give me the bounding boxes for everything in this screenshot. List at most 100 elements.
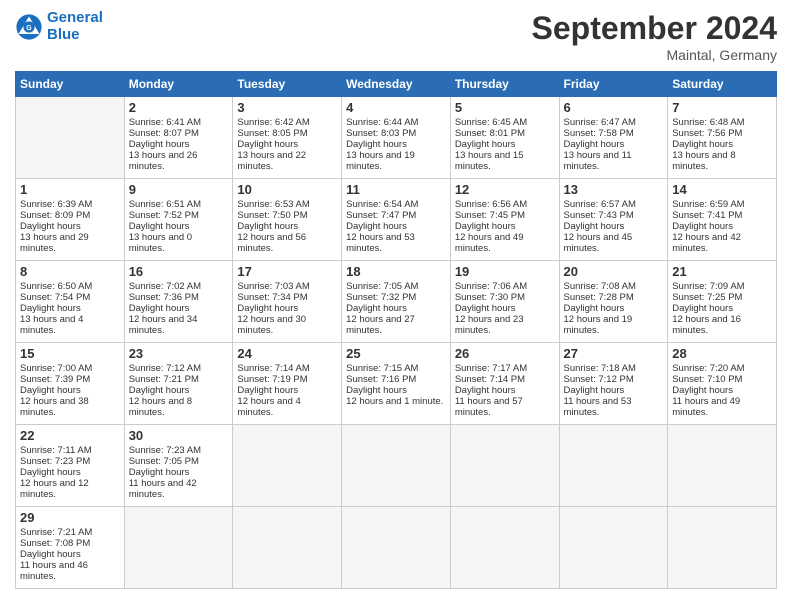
- day-number: 29: [20, 510, 120, 525]
- day-number: 22: [20, 428, 120, 443]
- header: G General Blue September 2024 Maintal, G…: [15, 10, 777, 63]
- col-monday: Monday: [124, 72, 233, 97]
- daylight-duration: 12 hours and 4 minutes.: [237, 396, 300, 418]
- sunset-text: Sunset: 7:45 PM: [455, 210, 525, 221]
- sunset-text: Sunset: 7:36 PM: [129, 292, 199, 303]
- day-number: 26: [455, 346, 555, 361]
- day-number: 10: [237, 182, 337, 197]
- calendar-cell: [559, 507, 668, 589]
- sunrise-text: Sunrise: 6:39 AM: [20, 199, 92, 210]
- day-number: 20: [564, 264, 664, 279]
- col-saturday: Saturday: [668, 72, 777, 97]
- daylight-label: Daylight hours: [672, 385, 733, 396]
- calendar-table: Sunday Monday Tuesday Wednesday Thursday…: [15, 71, 777, 589]
- daylight-duration: 12 hours and 19 minutes.: [564, 314, 633, 336]
- daylight-duration: 11 hours and 42 minutes.: [129, 478, 197, 500]
- daylight-label: Daylight hours: [672, 221, 733, 232]
- sunrise-text: Sunrise: 6:59 AM: [672, 199, 744, 210]
- day-number: 17: [237, 264, 337, 279]
- daylight-duration: 13 hours and 0 minutes.: [129, 232, 192, 254]
- sunrise-text: Sunrise: 7:06 AM: [455, 281, 527, 292]
- sunrise-text: Sunrise: 6:53 AM: [237, 199, 309, 210]
- sunset-text: Sunset: 7:56 PM: [672, 128, 742, 139]
- calendar-cell: 23Sunrise: 7:12 AMSunset: 7:21 PMDayligh…: [124, 343, 233, 425]
- sunset-text: Sunset: 7:50 PM: [237, 210, 307, 221]
- sunset-text: Sunset: 7:10 PM: [672, 374, 742, 385]
- sunset-text: Sunset: 8:09 PM: [20, 210, 90, 221]
- calendar-cell: 1Sunrise: 6:39 AMSunset: 8:09 PMDaylight…: [16, 179, 125, 261]
- day-number: 14: [672, 182, 772, 197]
- calendar-cell: 6Sunrise: 6:47 AMSunset: 7:58 PMDaylight…: [559, 97, 668, 179]
- sunset-text: Sunset: 7:34 PM: [237, 292, 307, 303]
- daylight-duration: 13 hours and 11 minutes.: [564, 150, 632, 172]
- sunrise-text: Sunrise: 7:09 AM: [672, 281, 744, 292]
- calendar-cell: [342, 507, 451, 589]
- sunset-text: Sunset: 8:01 PM: [455, 128, 525, 139]
- daylight-label: Daylight hours: [672, 139, 733, 150]
- daylight-label: Daylight hours: [455, 139, 516, 150]
- daylight-duration: 12 hours and 1 minute.: [346, 396, 443, 407]
- daylight-label: Daylight hours: [564, 139, 625, 150]
- day-number: 11: [346, 182, 446, 197]
- title-section: September 2024 Maintal, Germany: [532, 10, 777, 63]
- sunset-text: Sunset: 7:08 PM: [20, 538, 90, 549]
- sunrise-text: Sunrise: 7:20 AM: [672, 363, 744, 374]
- calendar-cell: 21Sunrise: 7:09 AMSunset: 7:25 PMDayligh…: [668, 261, 777, 343]
- day-number: 16: [129, 264, 229, 279]
- sunset-text: Sunset: 7:23 PM: [20, 456, 90, 467]
- sunset-text: Sunset: 7:21 PM: [129, 374, 199, 385]
- sunrise-text: Sunrise: 6:54 AM: [346, 199, 418, 210]
- daylight-label: Daylight hours: [672, 303, 733, 314]
- sunrise-text: Sunrise: 7:11 AM: [20, 445, 92, 456]
- daylight-duration: 12 hours and 45 minutes.: [564, 232, 633, 254]
- sunrise-text: Sunrise: 6:57 AM: [564, 199, 636, 210]
- calendar-cell: 5Sunrise: 6:45 AMSunset: 8:01 PMDaylight…: [450, 97, 559, 179]
- sunrise-text: Sunrise: 7:15 AM: [346, 363, 418, 374]
- daylight-label: Daylight hours: [129, 303, 190, 314]
- logo-icon: G: [15, 13, 43, 41]
- sunset-text: Sunset: 7:43 PM: [564, 210, 634, 221]
- calendar-cell: 9Sunrise: 6:51 AMSunset: 7:52 PMDaylight…: [124, 179, 233, 261]
- month-title: September 2024: [532, 10, 777, 47]
- calendar-cell: 15Sunrise: 7:00 AMSunset: 7:39 PMDayligh…: [16, 343, 125, 425]
- sunset-text: Sunset: 8:05 PM: [237, 128, 307, 139]
- calendar-row: 8Sunrise: 6:50 AMSunset: 7:54 PMDaylight…: [16, 261, 777, 343]
- day-number: 6: [564, 100, 664, 115]
- daylight-label: Daylight hours: [237, 385, 298, 396]
- calendar-cell: 2Sunrise: 6:41 AMSunset: 8:07 PMDaylight…: [124, 97, 233, 179]
- calendar-row: 2Sunrise: 6:41 AMSunset: 8:07 PMDaylight…: [16, 97, 777, 179]
- sunset-text: Sunset: 7:12 PM: [564, 374, 634, 385]
- calendar-cell: 8Sunrise: 6:50 AMSunset: 7:54 PMDaylight…: [16, 261, 125, 343]
- daylight-label: Daylight hours: [346, 385, 407, 396]
- daylight-label: Daylight hours: [237, 139, 298, 150]
- daylight-label: Daylight hours: [346, 221, 407, 232]
- calendar-cell: 26Sunrise: 7:17 AMSunset: 7:14 PMDayligh…: [450, 343, 559, 425]
- daylight-duration: 12 hours and 23 minutes.: [455, 314, 524, 336]
- calendar-cell: 22 Sunrise: 7:11 AMSunset: 7:23 PMDayligh…: [16, 425, 125, 507]
- sunset-text: Sunset: 7:14 PM: [455, 374, 525, 385]
- daylight-label: Daylight hours: [20, 385, 81, 396]
- daylight-duration: 12 hours and 49 minutes.: [455, 232, 524, 254]
- sunrise-text: Sunrise: 6:50 AM: [20, 281, 92, 292]
- daylight-duration: 13 hours and 29 minutes.: [20, 232, 89, 254]
- daylight-label: Daylight hours: [564, 221, 625, 232]
- calendar-cell: 7 Sunrise: 6:48 AMSunset: 7:56 PMDaylight…: [668, 97, 777, 179]
- calendar-cell: 30Sunrise: 7:23 AMSunset: 7:05 PMDayligh…: [124, 425, 233, 507]
- sunrise-text: Sunrise: 6:41 AM: [129, 117, 201, 128]
- day-number: 12: [455, 182, 555, 197]
- day-number: 7: [672, 100, 772, 115]
- calendar-row: 29Sunrise: 7:21 AMSunset: 7:08 PMDayligh…: [16, 507, 777, 589]
- calendar-cell: 10Sunrise: 6:53 AMSunset: 7:50 PMDayligh…: [233, 179, 342, 261]
- daylight-label: Daylight hours: [564, 303, 625, 314]
- sunset-text: Sunset: 7:30 PM: [455, 292, 525, 303]
- sunrise-text: Sunrise: 6:44 AM: [346, 117, 418, 128]
- sunset-text: Sunset: 7:47 PM: [346, 210, 416, 221]
- daylight-label: Daylight hours: [20, 467, 81, 478]
- sunrise-text: Sunrise: 7:02 AM: [129, 281, 201, 292]
- daylight-duration: 13 hours and 15 minutes.: [455, 150, 524, 172]
- calendar-cell: 24Sunrise: 7:14 AMSunset: 7:19 PMDayligh…: [233, 343, 342, 425]
- col-sunday: Sunday: [16, 72, 125, 97]
- sunrise-text: Sunrise: 6:48 AM: [672, 117, 744, 128]
- calendar-cell: 14Sunrise: 6:59 AMSunset: 7:41 PMDayligh…: [668, 179, 777, 261]
- calendar-cell: [668, 425, 777, 507]
